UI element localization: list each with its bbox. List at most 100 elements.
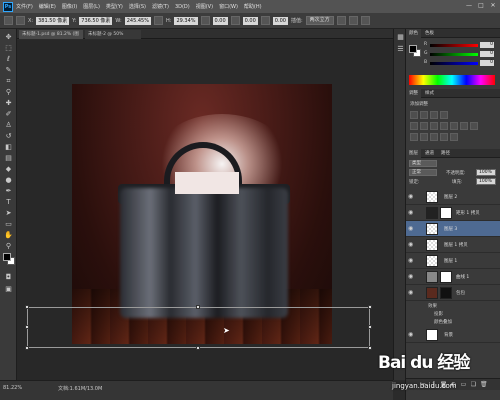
layer-row-selected[interactable]: ◉ 图层 3	[406, 221, 500, 237]
eye-icon[interactable]: ◉	[408, 273, 415, 280]
screen-mode-icon[interactable]: ▣	[4, 285, 13, 294]
layer-mask-thumbnail[interactable]	[440, 271, 452, 283]
menu-layer[interactable]: 图层(L)	[83, 3, 100, 10]
levels-icon[interactable]	[420, 111, 428, 119]
r-slider[interactable]	[430, 44, 478, 47]
eye-icon[interactable]: ◉	[408, 257, 415, 264]
layer-row[interactable]: ◉ 图层 1 拷贝	[406, 237, 500, 253]
menu-3d[interactable]: 3D(D)	[175, 4, 190, 10]
color-overlay-effect[interactable]: 颜色叠加	[434, 319, 452, 325]
curves-icon[interactable]	[430, 111, 438, 119]
tab-channels[interactable]: 通道	[422, 149, 437, 158]
history-panel-icon[interactable]: ▦	[396, 33, 405, 42]
color-lookup-icon[interactable]	[470, 122, 478, 130]
tab-styles[interactable]: 样式	[422, 89, 437, 98]
menu-help[interactable]: 帮助(H)	[244, 3, 262, 10]
document-canvas[interactable]	[72, 84, 332, 344]
shape-tool-icon[interactable]: ▭	[4, 220, 13, 229]
threshold-icon[interactable]	[430, 133, 438, 141]
zoom-level[interactable]: 81.22%	[3, 385, 22, 391]
eye-icon[interactable]: ◉	[408, 209, 415, 216]
menu-image[interactable]: 图像(I)	[62, 3, 77, 10]
quick-mask-icon[interactable]: ◘	[4, 273, 13, 282]
dodge-tool-icon[interactable]: ●	[4, 176, 13, 185]
blend-mode-select[interactable]: 正常	[409, 169, 437, 176]
hue-sat-icon[interactable]	[420, 122, 428, 130]
color-spectrum-bar[interactable]	[409, 75, 495, 85]
free-transform-box[interactable]	[25, 305, 372, 350]
gradient-map-icon[interactable]	[440, 133, 448, 141]
layer-row[interactable]: ◉ 图层 2	[406, 189, 500, 205]
color-balance-icon[interactable]	[430, 122, 438, 130]
document-tab[interactable]: 未标题-2 @ 50% (RGB/8)	[85, 30, 141, 46]
pen-tool-icon[interactable]: ✒	[4, 187, 13, 196]
r-value[interactable]: 0	[480, 42, 494, 48]
transform-handle-tl[interactable]	[25, 305, 29, 309]
eye-icon[interactable]: ◉	[408, 241, 415, 248]
g-slider[interactable]	[430, 53, 478, 56]
fill-field[interactable]: 100%	[476, 178, 496, 185]
brightness-icon[interactable]	[410, 111, 418, 119]
g-value[interactable]: 0	[480, 51, 494, 57]
h-skew-field[interactable]: 0.00	[242, 16, 258, 25]
move-tool-icon[interactable]: ✥	[4, 33, 13, 42]
y-field[interactable]: 736.50 像素	[79, 16, 113, 25]
menu-filter[interactable]: 滤镜(T)	[152, 3, 169, 10]
layer-name[interactable]: 矩形 1 拷贝	[456, 210, 480, 216]
eye-icon[interactable]: ◉	[408, 331, 415, 338]
path-select-tool-icon[interactable]: ➤	[4, 209, 13, 218]
minimize-button[interactable]: —	[465, 2, 473, 10]
eyedropper-tool-icon[interactable]: ⚲	[4, 88, 13, 97]
channel-mixer-icon[interactable]	[460, 122, 468, 130]
photo-filter-icon[interactable]	[450, 122, 458, 130]
color-panel-foreground[interactable]	[409, 45, 417, 53]
posterize-icon[interactable]	[420, 133, 428, 141]
transform-handle-br[interactable]	[368, 346, 372, 350]
document-tab-active[interactable]: 未标题-1.psd @ 81.2% (图层 1, RGB/8)	[19, 30, 83, 46]
vibrance-icon[interactable]	[410, 122, 418, 130]
eye-icon[interactable]: ◉	[408, 193, 415, 200]
link-icon[interactable]	[153, 16, 163, 25]
layer-name[interactable]: 背景	[444, 332, 453, 338]
lasso-tool-icon[interactable]: ℓ	[4, 55, 13, 64]
layer-name[interactable]: 图层 3	[444, 226, 457, 232]
layer-row[interactable]: ◉ 图层 1	[406, 253, 500, 269]
close-button[interactable]: ✕	[489, 2, 497, 10]
menu-select[interactable]: 选择(S)	[129, 3, 146, 10]
transform-handle-bottom[interactable]	[196, 346, 200, 350]
x-field[interactable]: 381.50 像素	[36, 16, 70, 25]
transform-handle-left[interactable]	[25, 325, 29, 329]
cancel-transform-icon[interactable]	[348, 16, 358, 25]
menu-type[interactable]: 类型(Y)	[106, 3, 123, 10]
tab-adjustments[interactable]: 调整	[406, 89, 421, 98]
crop-tool-icon[interactable]: ⌗	[4, 77, 13, 86]
layer-row[interactable]: ◉ 曲线 1	[406, 269, 500, 285]
zoom-tool-icon[interactable]: ⚲	[4, 242, 13, 251]
drop-shadow-effect[interactable]: 投影	[434, 311, 443, 317]
blur-tool-icon[interactable]: ◆	[4, 165, 13, 174]
healing-tool-icon[interactable]: ✚	[4, 99, 13, 108]
transform-handle-tr[interactable]	[368, 305, 372, 309]
black-white-icon[interactable]	[440, 122, 448, 130]
layer-row[interactable]: ◉ 矩形 1 拷贝	[406, 205, 500, 221]
width-field[interactable]: 245.45%	[124, 16, 151, 25]
v-skew-field[interactable]: 0.00	[272, 16, 288, 25]
tab-paths[interactable]: 路径	[438, 149, 453, 158]
menu-view[interactable]: 视图(V)	[196, 3, 213, 10]
layer-name[interactable]: 曲线 1	[456, 274, 469, 280]
maximize-button[interactable]: □	[477, 2, 485, 10]
menu-file[interactable]: 文件(F)	[16, 3, 33, 10]
transform-handle-top[interactable]	[196, 305, 200, 309]
commit-transform-icon[interactable]	[360, 16, 370, 25]
layer-name[interactable]: 图层 1 拷贝	[444, 242, 468, 248]
layer-mask-thumbnail[interactable]	[440, 207, 452, 219]
b-value[interactable]: 0	[480, 60, 494, 66]
transform-handle-bl[interactable]	[25, 346, 29, 350]
layer-kind-filter[interactable]: 类型	[409, 160, 437, 167]
layer-row[interactable]: ◉ 包包	[406, 285, 500, 301]
reference-point-icon[interactable]	[16, 16, 25, 25]
exposure-icon[interactable]	[440, 111, 448, 119]
transform-tool-icon[interactable]	[4, 16, 13, 25]
tab-color[interactable]: 颜色	[406, 29, 421, 38]
marquee-tool-icon[interactable]: ⬚	[4, 44, 13, 53]
